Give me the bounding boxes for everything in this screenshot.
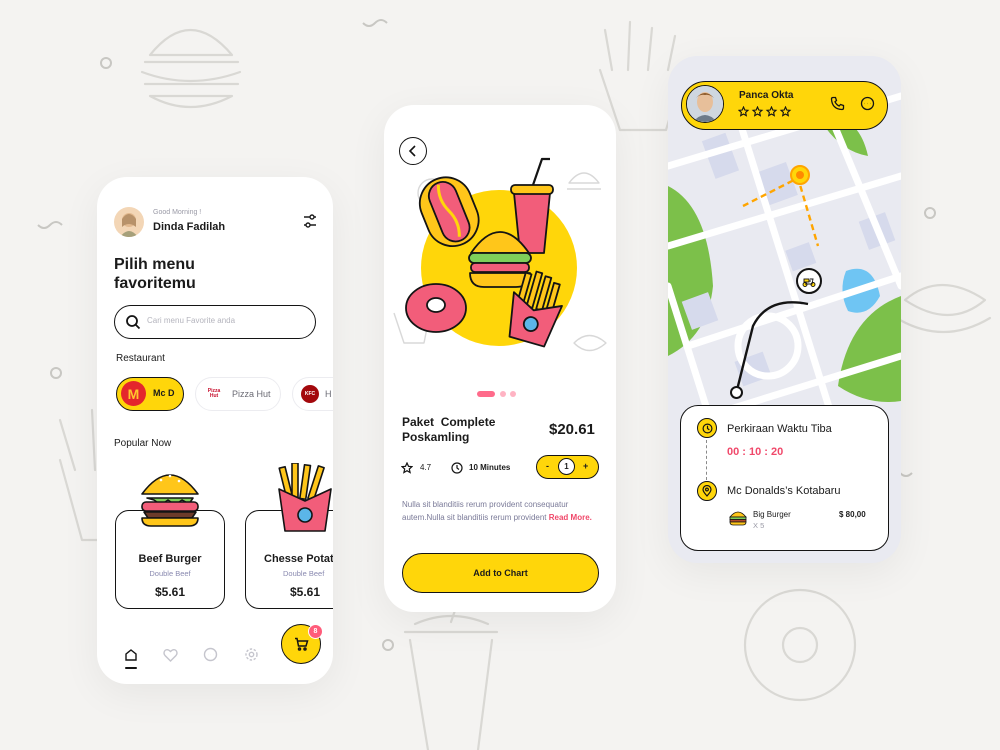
restaurant-chip-label: Pizza Hut bbox=[232, 389, 271, 399]
eta-countdown: 00 : 10 : 20 bbox=[727, 446, 784, 458]
product-name: Beef Burger bbox=[138, 553, 202, 565]
nav-home[interactable] bbox=[123, 647, 139, 663]
order-info-card: Perkiraan Waktu Tiba 00 : 10 : 20 Mc Don… bbox=[680, 405, 889, 551]
product-price: $20.61 bbox=[549, 421, 595, 438]
home-screen: Good Morning ! Dinda Fadilah Pilih menu … bbox=[97, 177, 333, 684]
page-title-line1: Pilih menu bbox=[114, 256, 195, 273]
timeline-connector bbox=[706, 440, 707, 480]
heart-icon[interactable] bbox=[163, 648, 178, 667]
restaurant-chip-label: H bbox=[325, 389, 332, 399]
combo-meal-image bbox=[384, 153, 616, 373]
pizzahut-logo-icon: Pizza Hut bbox=[207, 388, 221, 399]
order-item-name: Big Burger bbox=[753, 510, 791, 519]
order-item-qty: X 5 bbox=[753, 521, 765, 530]
destination-marker[interactable] bbox=[790, 165, 810, 185]
filter-icon[interactable] bbox=[302, 213, 318, 229]
star-icon bbox=[400, 461, 414, 479]
carousel-dot[interactable] bbox=[510, 391, 516, 397]
delivery-time: 10 Minutes bbox=[469, 463, 511, 472]
tracking-screen: Panca Okta Perkiraan Waktu Tiba 00 : 10 … bbox=[668, 56, 901, 563]
avatar[interactable] bbox=[114, 207, 144, 237]
eta-clock-icon bbox=[697, 418, 717, 438]
product-subtitle: Double Beef bbox=[283, 569, 325, 578]
quantity-stepper[interactable]: - 1 + bbox=[536, 455, 599, 479]
plus-button[interactable]: + bbox=[583, 461, 588, 471]
search-icon bbox=[125, 314, 141, 335]
chat-icon[interactable] bbox=[203, 647, 218, 667]
carousel-dots bbox=[477, 391, 523, 397]
minus-button[interactable]: - bbox=[546, 461, 549, 471]
clock-icon bbox=[451, 461, 463, 479]
product-subtitle: Double Beef bbox=[149, 569, 191, 578]
greeting-text: Good Morning ! bbox=[153, 209, 202, 216]
driver-name: Panca Okta bbox=[739, 90, 794, 101]
page-title-line2: favoritemu bbox=[114, 275, 196, 292]
cart-icon bbox=[294, 637, 309, 651]
fries-image bbox=[275, 462, 333, 538]
eta-label: Perkiraan Waktu Tiba bbox=[727, 423, 832, 435]
driver-rating-stars bbox=[737, 104, 796, 122]
destination-marker-dot bbox=[796, 171, 804, 179]
carousel-dot-active[interactable] bbox=[477, 391, 495, 397]
driver-card[interactable]: Panca Okta bbox=[681, 81, 888, 130]
chat-icon[interactable] bbox=[860, 96, 875, 116]
user-name: Dinda Fadilah bbox=[153, 221, 226, 233]
scooter-icon bbox=[802, 278, 816, 287]
product-price: $5.61 bbox=[290, 585, 321, 599]
quantity-value: 1 bbox=[558, 458, 575, 475]
product-description: Nulla sit blanditiis rerum provident con… bbox=[402, 498, 602, 524]
search-input[interactable]: Cari menu Favorite anda bbox=[114, 305, 316, 339]
restaurant-chip-pizzahut[interactable]: Pizza Hut Pizza Hut bbox=[195, 377, 281, 411]
product-price: $5.61 bbox=[154, 585, 186, 599]
search-placeholder: Cari menu Favorite anda bbox=[147, 316, 236, 325]
mcd-logo-icon: M bbox=[121, 381, 146, 406]
description-text: Nulla sit blanditiis rerum provident con… bbox=[402, 500, 569, 522]
kfc-logo-icon: KFC bbox=[301, 385, 319, 403]
restaurant-chip-label: Mc D bbox=[153, 388, 175, 398]
restaurant-chip-mcd[interactable]: M Mc D bbox=[116, 377, 184, 411]
product-title-line2: Poskamling bbox=[402, 430, 470, 444]
location-pin-icon bbox=[697, 481, 717, 501]
rating-value: 4.7 bbox=[420, 463, 432, 472]
driver-avatar bbox=[686, 85, 724, 123]
phone-icon[interactable] bbox=[830, 96, 845, 116]
order-item-burger-icon bbox=[729, 510, 747, 531]
restaurant-chip-kfc[interactable]: KFC H bbox=[292, 377, 333, 411]
product-title-line1: Paket Complete bbox=[402, 415, 496, 429]
restaurant-heading: Restaurant bbox=[116, 353, 165, 364]
product-detail-screen: Paket Complete Poskamling $20.61 4.7 10 … bbox=[384, 105, 616, 612]
burger-image bbox=[137, 464, 203, 533]
add-to-chart-button[interactable]: Add to Chart bbox=[402, 553, 599, 593]
carousel-dot[interactable] bbox=[500, 391, 506, 397]
courier-marker[interactable] bbox=[796, 268, 822, 294]
order-item-price: $ 80,00 bbox=[839, 510, 866, 519]
product-name: Chesse Potato bbox=[264, 553, 333, 565]
popular-heading: Popular Now bbox=[114, 438, 172, 449]
read-more-link[interactable]: Read More. bbox=[549, 513, 592, 522]
gear-icon[interactable] bbox=[244, 647, 259, 667]
origin-marker[interactable] bbox=[730, 386, 743, 399]
store-name: Mc Donalds’s Kotabaru bbox=[727, 485, 841, 497]
nav-home-indicator bbox=[125, 667, 137, 669]
cart-badge: 8 bbox=[308, 624, 323, 639]
